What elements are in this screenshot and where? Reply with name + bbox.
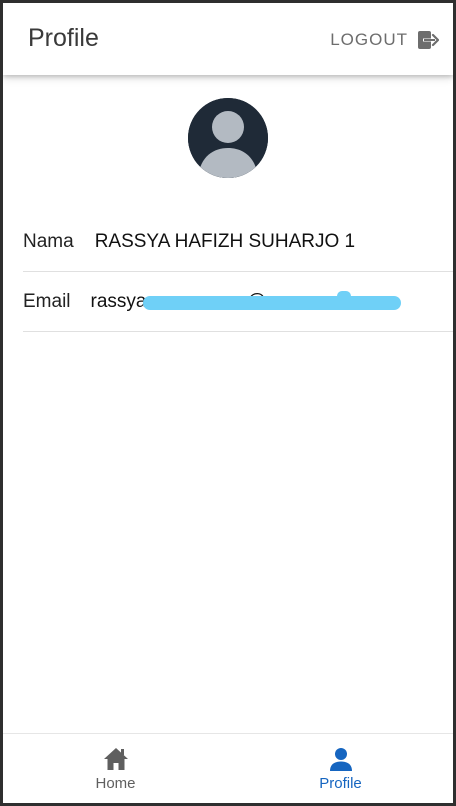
bottom-navigation: Home Profile (3, 733, 453, 803)
profile-row-nama: Nama RASSYA HAFIZH SUHARJO 1 (23, 212, 453, 272)
app-bar: Profile LOGOUT (3, 3, 453, 75)
email-value-wrapper: rassya. @ (91, 290, 401, 313)
profile-row-email: Email rassya. @ (23, 272, 453, 332)
page-title: Profile (28, 24, 99, 52)
nav-label-home: Home (95, 775, 136, 792)
nama-value: RASSYA HAFIZH SUHARJO 1 (94, 230, 356, 252)
person-avatar-icon (188, 98, 268, 178)
logout-button[interactable]: LOGOUT (330, 25, 439, 55)
email-redaction-mark-small (336, 290, 351, 301)
logout-label: LOGOUT (330, 30, 408, 49)
app-window: Profile LOGOUT Nama RASSYA HAFIZH SUHARJ… (0, 0, 456, 806)
nav-item-profile[interactable]: Profile (228, 734, 453, 803)
home-icon (103, 748, 128, 770)
avatar (188, 98, 268, 178)
person-icon (329, 748, 352, 771)
nama-label: Nama (23, 230, 74, 252)
email-label: Email (23, 290, 71, 312)
nav-label-profile: Profile (319, 775, 362, 792)
email-redaction-mark (142, 295, 401, 310)
logout-icon (418, 31, 439, 49)
nav-item-home[interactable]: Home (3, 734, 228, 803)
